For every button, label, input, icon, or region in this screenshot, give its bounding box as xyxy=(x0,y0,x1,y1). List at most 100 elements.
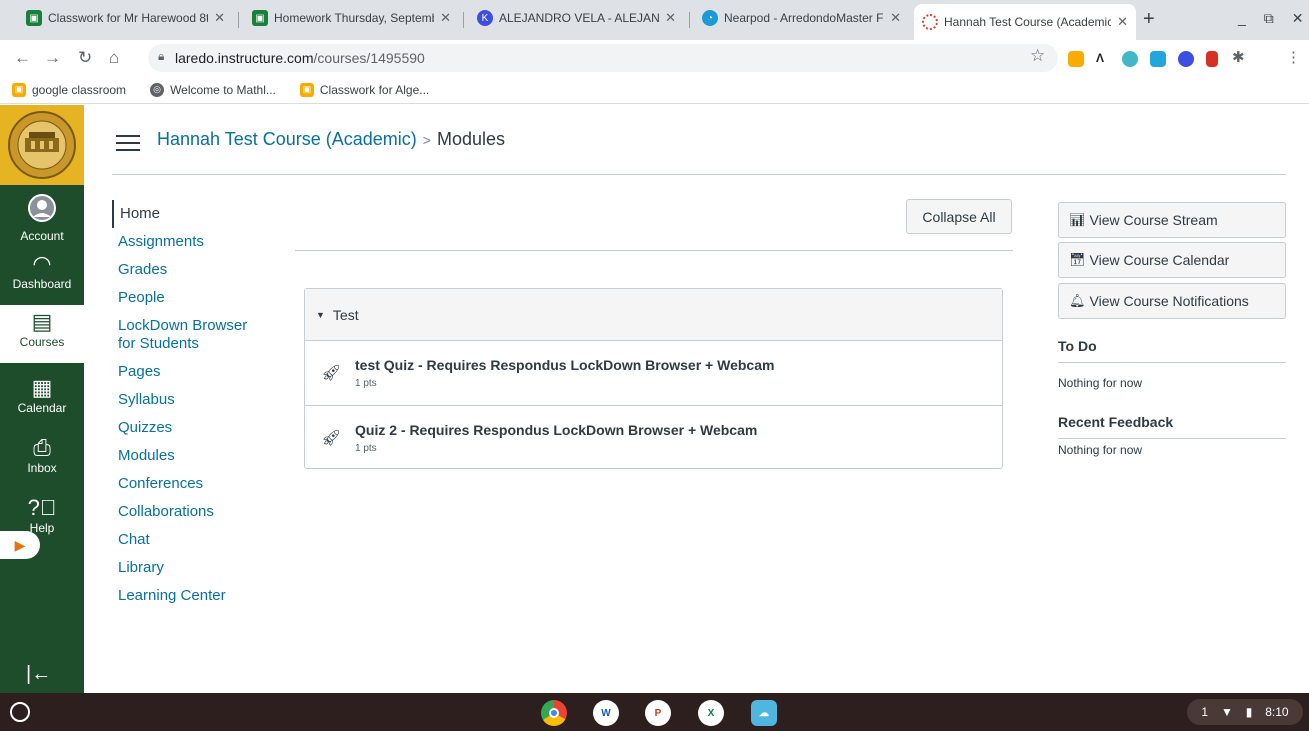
bookmark-item[interactable]: ▣ google classroom xyxy=(12,82,126,97)
course-nav-pages[interactable]: Pages xyxy=(112,358,282,386)
nav-label: Account xyxy=(20,229,64,243)
kahoot-extension-icon[interactable] xyxy=(1122,51,1138,67)
close-icon[interactable]: ✕ xyxy=(440,10,451,26)
module-item-link[interactable]: Quiz 2 - Requires Respondus LockDown Bro… xyxy=(355,422,757,438)
close-icon[interactable]: ✕ xyxy=(665,10,676,26)
tab-1[interactable]: ▣ Homework Thursday, Septembe ✕ xyxy=(244,4,459,32)
tab-2[interactable]: K ALEJANDRO VELA - ALEJANDR ✕ xyxy=(469,4,684,32)
restore-icon[interactable]: ⧉ xyxy=(1264,10,1274,27)
course-nav-quizzes[interactable]: Quizzes xyxy=(112,414,282,442)
stream-icon: 📊︎ xyxy=(1069,212,1086,227)
nav-account[interactable]: Account xyxy=(0,193,84,243)
view-course-calendar-button[interactable]: 📅︎ View Course Calendar xyxy=(1058,242,1286,278)
launcher-icon[interactable] xyxy=(10,702,30,722)
view-course-notifications-button[interactable]: 🔔︎ View Course Notifications xyxy=(1058,283,1286,319)
breadcrumb: Hannah Test Course (Academic) > Modules xyxy=(157,129,505,150)
collapse-nav-icon[interactable]: |← xyxy=(26,663,51,686)
status-tray[interactable]: 1 ▼ ▮ 8:10 xyxy=(1187,699,1303,725)
tab-title: Nearpod - ArredondoMaster File xyxy=(724,11,885,25)
module-title: Test xyxy=(332,306,359,323)
course-nav-conferences[interactable]: Conferences xyxy=(112,470,282,498)
reload-icon[interactable]: ↻ xyxy=(78,48,92,68)
hamburger-menu-icon[interactable] xyxy=(116,135,140,153)
nav-courses[interactable]: ▤ Courses xyxy=(0,305,84,363)
close-icon[interactable]: ✕ xyxy=(1117,14,1128,30)
breadcrumb-current: Modules xyxy=(436,129,506,149)
laredo-college-logo[interactable] xyxy=(0,105,84,185)
kami-extension-icon[interactable] xyxy=(1178,51,1194,67)
course-nav-modules[interactable]: Modules xyxy=(112,442,282,470)
url-path: /courses/1495590 xyxy=(313,50,425,66)
course-nav-syllabus[interactable]: Syllabus xyxy=(112,386,282,414)
course-nav-chat[interactable]: Chat xyxy=(112,526,282,554)
bookmark-item[interactable]: ◎ Welcome to Mathl... xyxy=(150,82,276,97)
powerpoint-app-icon[interactable]: P xyxy=(645,700,671,726)
content-divider xyxy=(295,250,1013,251)
bell-icon: 🔔︎ xyxy=(1069,293,1086,308)
classroom-icon: ▣ xyxy=(299,82,314,97)
view-course-stream-button[interactable]: 📊︎ View Course Stream xyxy=(1058,202,1286,238)
course-nav-collaborations[interactable]: Collaborations xyxy=(112,498,282,526)
bookmark-label: Classwork for Alge... xyxy=(319,82,430,97)
nav-help[interactable]: ?⃝ Help xyxy=(0,495,84,535)
bookmark-item[interactable]: ▣ Classwork for Alge... xyxy=(299,82,430,97)
lock-icon[interactable]: 🔒︎ xyxy=(158,49,164,64)
home-icon[interactable]: ⌂ xyxy=(109,48,119,68)
classroom-icon: ▣ xyxy=(12,82,26,97)
screencastify-app-icon[interactable]: ☁ xyxy=(751,700,777,726)
tab-3[interactable]: ◔ Nearpod - ArredondoMaster File ✕ xyxy=(694,4,909,32)
thumbs-up-extension-icon[interactable] xyxy=(1068,51,1084,67)
tab-title: Homework Thursday, Septembe xyxy=(274,11,435,25)
nav-inbox[interactable]: ⎙ Inbox xyxy=(0,435,84,475)
close-window-icon[interactable]: ✕ xyxy=(1292,10,1304,27)
course-nav-library[interactable]: Library xyxy=(112,554,282,582)
nav-dashboard[interactable]: ◠ Dashboard xyxy=(0,251,84,291)
tab-0[interactable]: ▣ Classwork for Mr Harewood 8th ✕ xyxy=(18,4,233,32)
minimize-icon[interactable]: _ xyxy=(1238,10,1246,27)
course-nav-learning-center[interactable]: Learning Center xyxy=(112,582,282,610)
collapse-all-button[interactable]: Collapse All xyxy=(906,199,1012,234)
close-icon[interactable]: ✕ xyxy=(890,10,901,26)
module-header[interactable]: ▼ Test xyxy=(305,289,1002,341)
back-arrow-icon[interactable]: ← xyxy=(14,48,31,68)
excel-app-icon[interactable]: X xyxy=(698,700,724,726)
breadcrumb-separator: > xyxy=(422,132,431,148)
recent-feedback-heading: Recent Feedback xyxy=(1058,414,1286,439)
url-text[interactable]: laredo.instructure.com/courses/1495590 xyxy=(175,50,425,66)
breadcrumb-course-link[interactable]: Hannah Test Course (Academic) xyxy=(157,129,417,149)
classroom-icon: ▣ xyxy=(26,10,42,26)
chrome-app-icon[interactable] xyxy=(541,700,567,726)
nav-label: Inbox xyxy=(27,461,57,475)
dashboard-icon: ◠ xyxy=(32,251,52,276)
screencastify-extension-icon[interactable] xyxy=(1150,51,1166,67)
course-nav-lockdown-browser[interactable]: LockDown Browser for Students xyxy=(112,312,262,358)
course-nav-assignments[interactable]: Assignments xyxy=(112,228,282,256)
nav-label: Calendar xyxy=(17,401,67,415)
close-icon[interactable]: ✕ xyxy=(214,10,225,26)
module-item-link[interactable]: test Quiz - Requires Respondus LockDown … xyxy=(355,357,774,373)
tab-strip: ▣ Classwork for Mr Harewood 8th ✕ ▣ Home… xyxy=(0,0,1309,40)
read-write-extension-icon[interactable]: Λ xyxy=(1096,51,1112,67)
bookmark-extension-icon[interactable] xyxy=(1206,51,1218,67)
module-item: 🚀︎ Quiz 2 - Requires Respondus LockDown … xyxy=(305,405,1002,469)
course-navigation: Home Assignments Grades People LockDown … xyxy=(112,200,282,610)
notification-count: 1 xyxy=(1201,705,1209,719)
courses-icon: ▤ xyxy=(31,309,53,334)
menu-kebab-icon[interactable]: ⋮ xyxy=(1286,48,1301,66)
tab-4-active[interactable]: Hannah Test Course (Academic ✕ xyxy=(914,4,1136,40)
course-nav-people[interactable]: People xyxy=(112,284,282,312)
course-nav-home[interactable]: Home xyxy=(112,200,282,228)
todo-heading: To Do xyxy=(1058,338,1286,363)
new-tab-button[interactable]: + xyxy=(1143,8,1155,31)
nav-calendar[interactable]: ▦ Calendar xyxy=(0,375,84,415)
play-icon[interactable]: ▶ xyxy=(0,531,40,559)
calendar-icon: ▦ xyxy=(31,375,53,400)
feedback-empty-text: Nothing for now xyxy=(1058,443,1143,457)
caret-down-icon[interactable]: ▼ xyxy=(316,310,325,320)
bookmark-star-icon[interactable]: ☆ xyxy=(1030,46,1045,66)
nearpod-icon: ◔ xyxy=(702,10,718,26)
course-nav-grades[interactable]: Grades xyxy=(112,256,282,284)
extensions-puzzle-icon[interactable]: ✱ xyxy=(1232,48,1245,66)
word-app-icon[interactable]: W xyxy=(593,700,619,726)
forward-arrow-icon[interactable]: → xyxy=(44,48,61,68)
